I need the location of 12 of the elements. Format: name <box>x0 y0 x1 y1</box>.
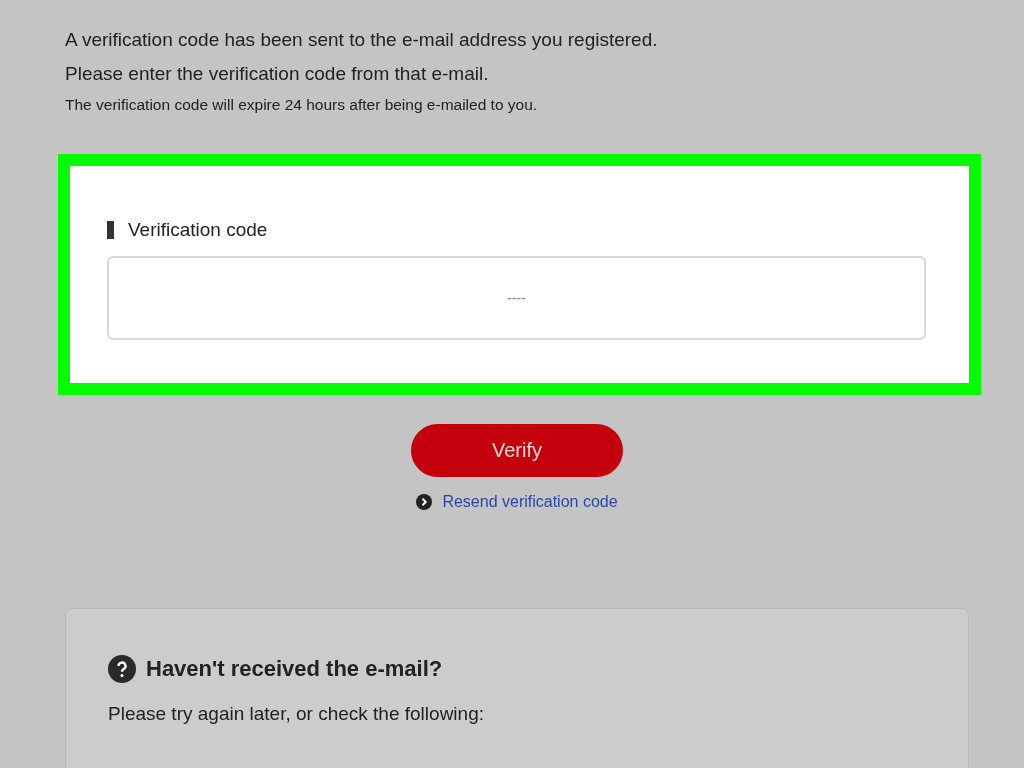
resend-link[interactable]: Resend verification code <box>442 493 618 511</box>
field-label: Verification code <box>128 219 268 241</box>
help-text: Please try again later, or check the following: <box>108 703 484 725</box>
help-title: Haven't received the e-mail? <box>146 656 443 682</box>
instruction-text: A verification code has been sent to the e-mail address you registered. <box>65 28 658 52</box>
verify-button[interactable]: Verify <box>411 424 623 477</box>
instruction-text: Please enter the verification code from that e-mail. <box>65 62 489 86</box>
help-icon <box>108 655 136 683</box>
label-marker-icon <box>107 221 114 239</box>
chevron-icon <box>416 494 433 510</box>
verification-code-field[interactable]: ---- <box>107 256 926 340</box>
expiry-note: The verification code will expire 24 hours after being e-mailed to you. <box>65 96 538 114</box>
